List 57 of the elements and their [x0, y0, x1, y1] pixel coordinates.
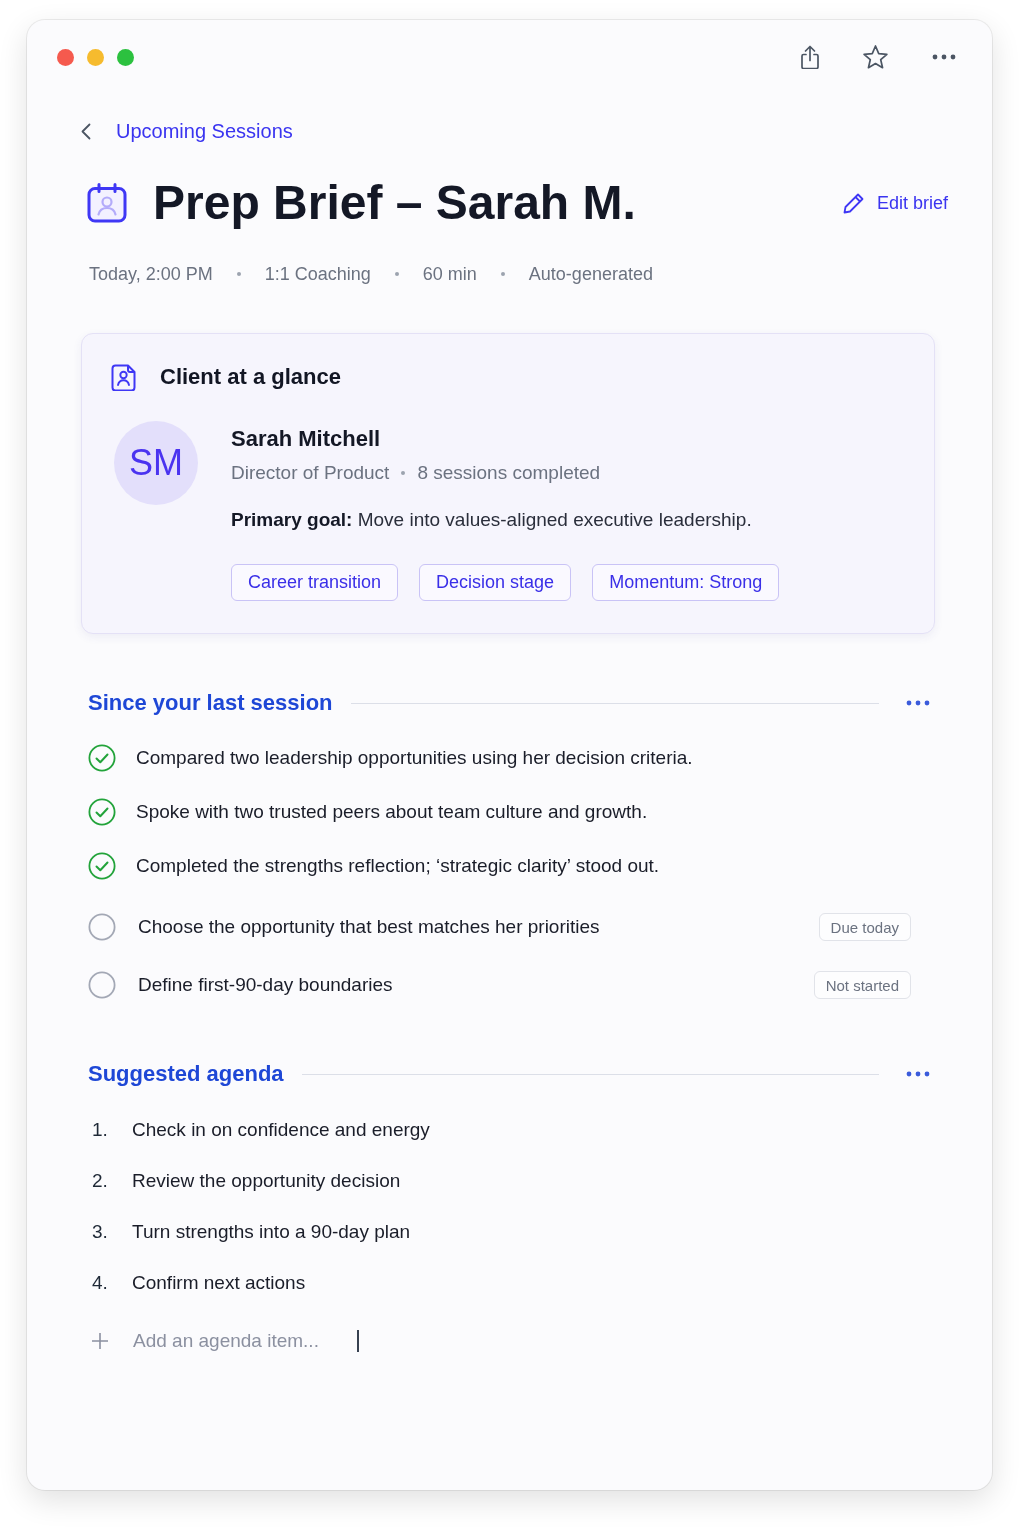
checklist-item-text: Define first-90-day boundaries — [138, 973, 393, 997]
client-name: Sarah Mitchell — [231, 425, 382, 453]
page-title: Prep Brief – Sarah M. — [153, 175, 636, 231]
window-minimize-icon[interactable] — [87, 48, 104, 66]
star-icon[interactable] — [863, 45, 888, 69]
meta-text: Today, 2:00 PM — [89, 263, 213, 286]
calendar-user-icon — [87, 183, 127, 223]
agenda-item-text: Turn strengths into a 90-day plan — [132, 1219, 411, 1244]
empty-circle-icon[interactable] — [88, 971, 116, 999]
sessions-count: 8 sessions completed — [417, 461, 601, 485]
separator-dot-icon — [500, 272, 505, 276]
window-close-icon[interactable] — [57, 48, 74, 66]
more-icon[interactable] — [906, 1071, 930, 1077]
agenda-number: 1. — [92, 1117, 109, 1142]
status-tag: Due today — [818, 913, 911, 941]
profile-document-icon — [111, 363, 136, 391]
checklist-item-text: Choose the opportunity that best matches her priorities — [138, 915, 600, 939]
primary-goal: Primary goal: Move into values-aligned executive leadership. — [231, 508, 753, 532]
chevron-left-icon — [81, 122, 91, 140]
separator-dot-icon — [236, 272, 241, 276]
empty-circle-icon[interactable] — [88, 913, 116, 941]
status-tag: Not started — [813, 971, 911, 999]
pencil-icon — [842, 192, 865, 214]
meta-text: 1:1 Coaching — [264, 263, 371, 286]
checklist-item-text: Spoke with two trusted peers about team culture and growth. — [136, 800, 648, 824]
agenda-item-text: Check in on confidence and energy — [132, 1117, 430, 1142]
more-icon[interactable] — [906, 700, 930, 706]
share-icon[interactable] — [801, 44, 819, 70]
meta-text: 60 min — [422, 263, 477, 286]
agenda-item-text: Confirm next actions — [132, 1270, 306, 1295]
section-heading: Suggested agenda — [88, 1060, 284, 1088]
check-circle-icon[interactable] — [88, 798, 116, 826]
text-caret-icon — [357, 1329, 359, 1352]
check-circle-icon[interactable] — [88, 744, 116, 772]
plus-icon[interactable] — [92, 1332, 108, 1349]
checklist-item-text: Completed the strengths reflection; ‘strategic clarity’ stood out. — [136, 854, 660, 878]
separator-dot-icon — [394, 272, 399, 276]
client-tag: Decision stage — [419, 564, 572, 601]
more-icon[interactable] — [932, 54, 956, 60]
window-zoom-icon[interactable] — [117, 48, 134, 66]
checklist-item-text: Compared two leadership opportunities using her decision criteria. — [136, 746, 693, 770]
agenda-number: 2. — [92, 1168, 109, 1193]
client-tag: Career transition — [231, 564, 399, 601]
card-title: Client at a glance — [160, 363, 341, 391]
agenda-number: 3. — [92, 1219, 109, 1244]
check-circle-icon[interactable] — [88, 852, 116, 880]
back-link[interactable]: Upcoming Sessions — [81, 116, 293, 146]
agenda-item-text: Review the opportunity decision — [132, 1168, 401, 1193]
add-agenda-field[interactable]: Add an agenda item... — [133, 1327, 345, 1354]
client-tag: Momentum: Strong — [592, 564, 780, 601]
agenda-number: 4. — [92, 1270, 109, 1295]
separator-dot-icon — [401, 471, 406, 475]
section-heading: Since your last session — [88, 689, 333, 717]
client-role: Director of Product — [231, 461, 390, 485]
edit-brief-button[interactable]: Edit brief — [842, 191, 948, 215]
avatar: SM — [114, 421, 198, 505]
meta-text: Auto-generated — [528, 263, 653, 286]
